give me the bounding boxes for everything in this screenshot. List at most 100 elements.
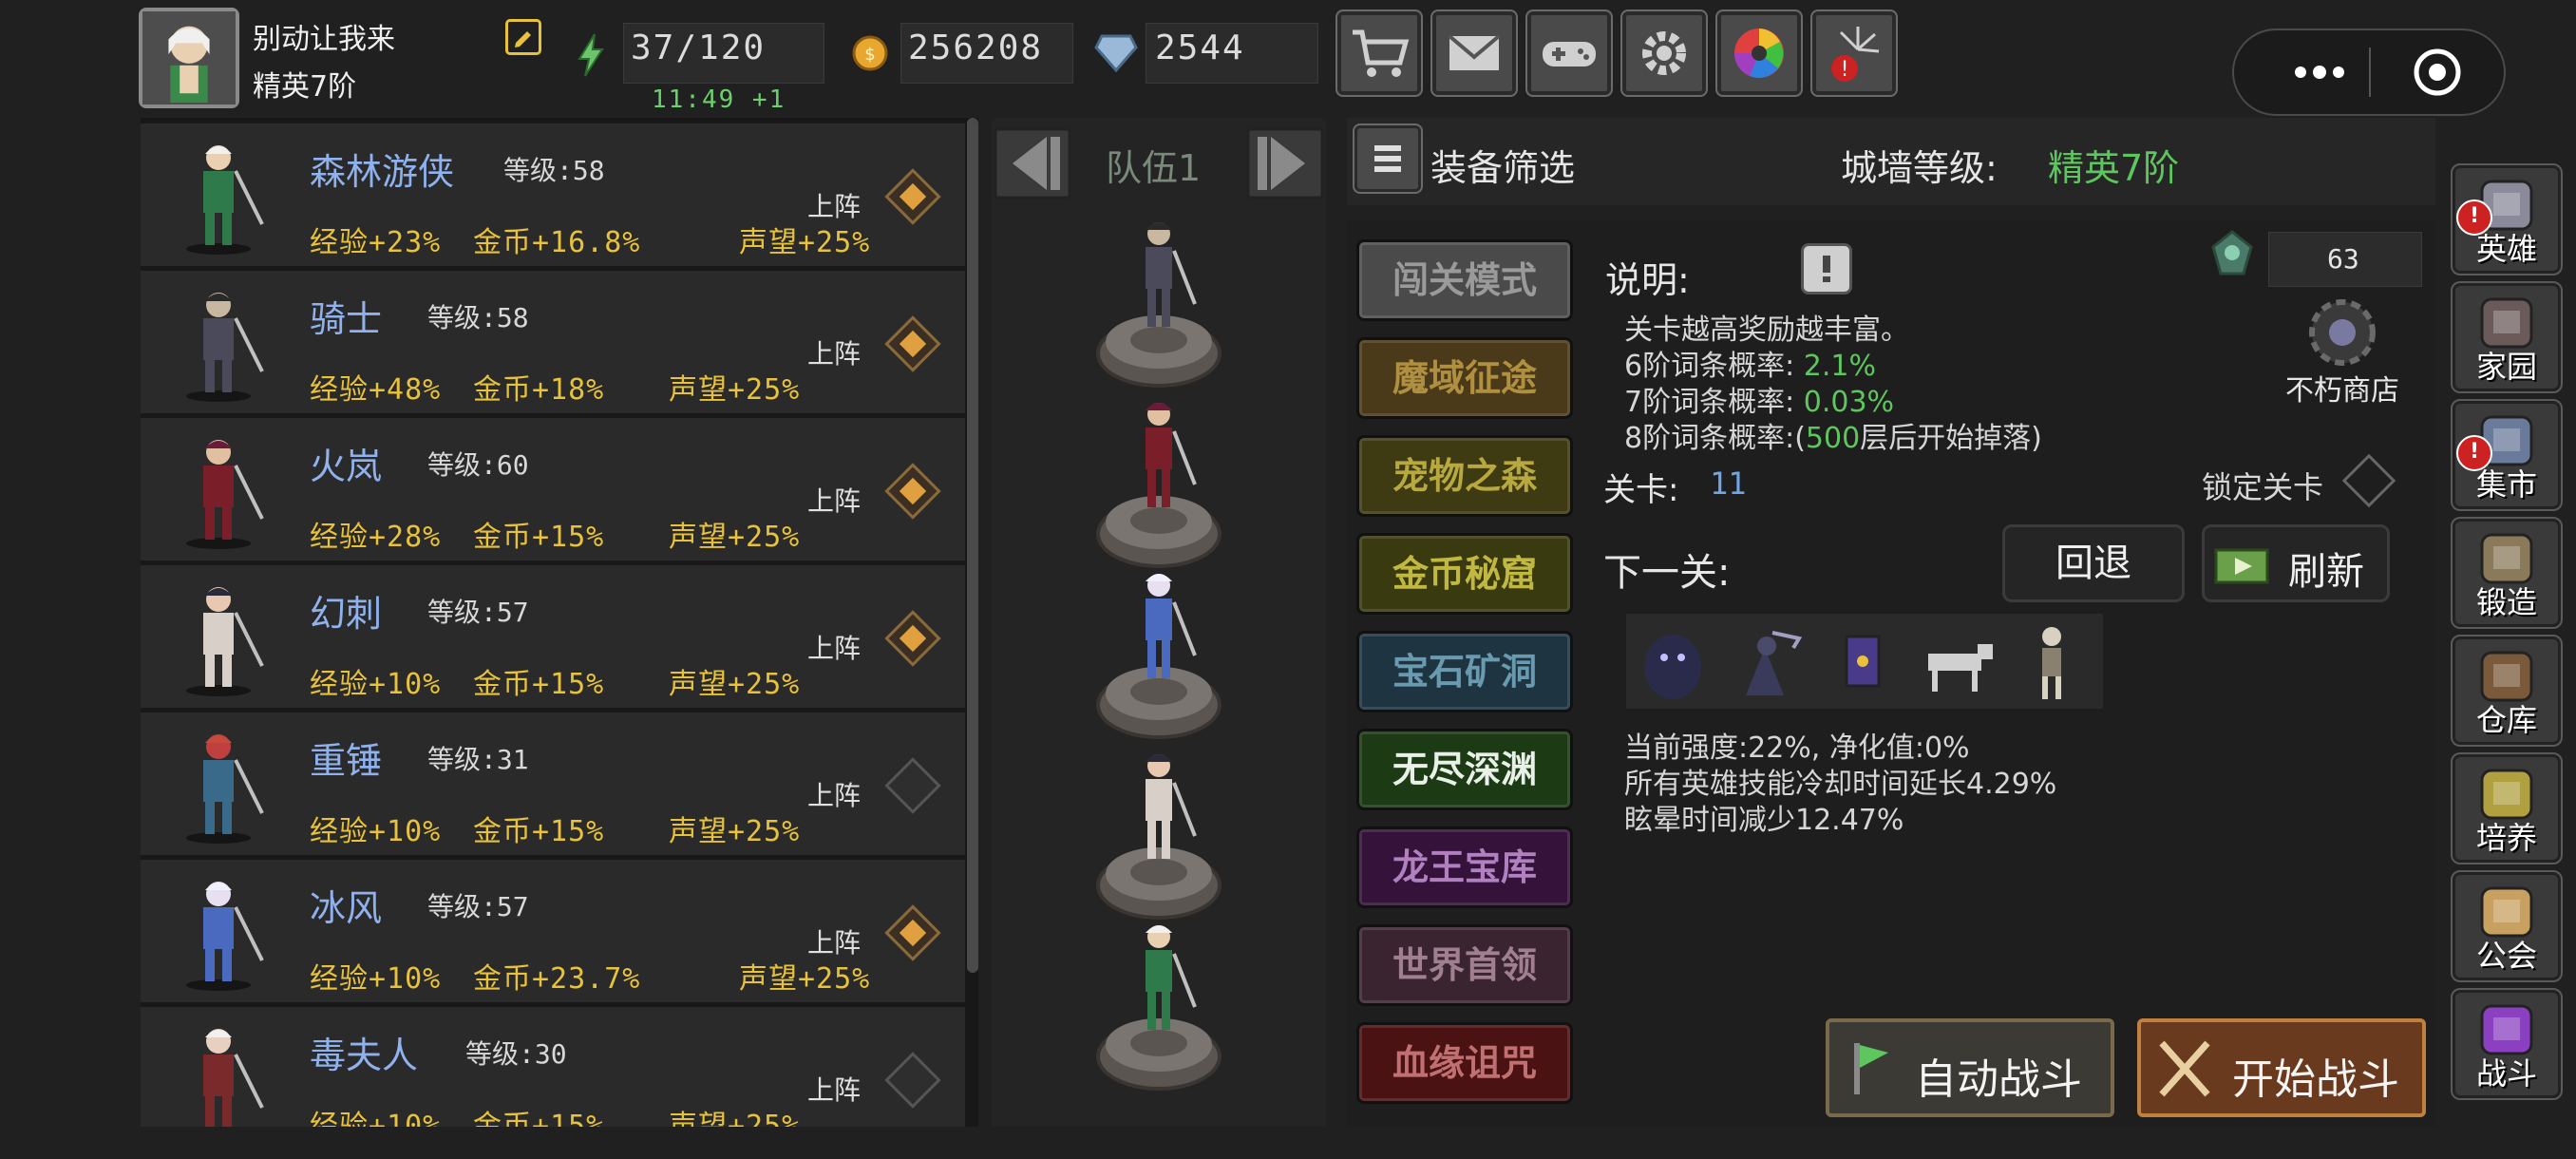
miniprogram-capsule[interactable] (2232, 28, 2506, 116)
wall-level-value: 精英7阶 (2048, 147, 2180, 189)
start-battle-label: 开始战斗 (2232, 1055, 2399, 1104)
alert-badge-icon: ! (2456, 200, 2492, 236)
info-icon[interactable] (1801, 243, 1852, 294)
hero-level: 等级:31 (427, 744, 529, 775)
flag-icon (1843, 1039, 1894, 1096)
gold-value: 256208 (908, 28, 1044, 67)
firework-icon: ! (1831, 27, 1880, 82)
hero-deploy-toggle[interactable] (884, 610, 941, 667)
immortal-shop-label[interactable]: 不朽商店 (2285, 367, 2399, 408)
firework-button[interactable]: ! (1810, 10, 1898, 97)
game-mode-button[interactable]: 魔域征途 (1356, 337, 1573, 419)
stage-label: 关卡: (1603, 471, 1679, 509)
equipment-filter-button[interactable] (1353, 124, 1423, 194)
avatar-portrait-icon (142, 11, 236, 104)
hero-row[interactable]: 冰风 等级:57 经验+10% 金币+23.7% 声望+25% 上阵 (141, 860, 965, 1002)
diamond-value: 2544 (1155, 28, 1245, 67)
sidebar-label: 公会 (2475, 938, 2537, 974)
game-mode-button[interactable]: 金币秘窟 (1356, 533, 1573, 615)
spellbook-icon (1845, 635, 1881, 688)
team-title: 队伍1 (1106, 147, 1202, 189)
game-mode-button[interactable]: 宝石矿洞 (1356, 631, 1573, 712)
stamina-value: 37/120 (631, 28, 767, 67)
hero-row[interactable]: 森林游侠 等级:58 经验+23% 金币+16.8% 声望+25% 上阵 (141, 124, 965, 266)
hero-deploy-label: 上阵 (807, 1074, 862, 1106)
mail-button[interactable] (1430, 10, 1518, 97)
hero-list[interactable]: 森林游侠 等级:58 经验+23% 金币+16.8% 声望+25% 上阵 骑士 等级:58 经验… (141, 118, 978, 1127)
close-miniprogram-icon[interactable] (2411, 46, 2464, 99)
hero-portrait-icon (203, 1029, 264, 1127)
hero-deploy-toggle[interactable] (884, 1052, 941, 1109)
game-mode-button[interactable]: 闯关模式 (1356, 239, 1573, 321)
hero-deploy-toggle[interactable] (884, 463, 941, 520)
palette-icon (1734, 28, 1784, 78)
immortal-shop-button[interactable] (2287, 291, 2397, 372)
hero-row[interactable]: 幻刺 等级:57 经验+10% 金币+15% 声望+25% 上阵 (141, 565, 965, 708)
gold-coin-icon: $ (851, 34, 889, 72)
tier8-label: 8阶词条概率:( (1624, 422, 1806, 455)
sidebar-label: 培养 (2475, 820, 2537, 856)
double-arrow-right-icon (1246, 127, 1324, 200)
hero-deploy-label: 上阵 (807, 338, 862, 370)
hero-gold-bonus: 金币+16.8% (473, 226, 641, 259)
back-button[interactable]: 回退 (2002, 524, 2185, 602)
sidebar-item[interactable]: 仓库 (2451, 635, 2563, 747)
hero-row[interactable]: 骑士 等级:58 经验+48% 金币+18% 声望+25% 上阵 (141, 271, 965, 413)
hero-exp-bonus: 经验+23% (310, 226, 442, 259)
hero-list-scrollbar[interactable] (967, 118, 978, 973)
team-hero-sprite-icon (1146, 925, 1197, 1030)
team-hero-sprite-icon (1146, 754, 1197, 859)
refresh-button[interactable]: 刷新 (2202, 524, 2390, 602)
sidebar-item[interactable]: 公会 (2451, 870, 2563, 982)
palette-button[interactable] (1715, 10, 1803, 97)
start-battle-button[interactable]: 开始战斗 (2137, 1018, 2426, 1117)
hero-level: 等级:57 (427, 891, 529, 922)
hero-exp-bonus: 经验+28% (310, 521, 442, 554)
settings-button[interactable] (1620, 10, 1708, 97)
game-mode-button[interactable]: 龙王宝库 (1356, 826, 1573, 908)
equipment-filter-label[interactable]: 装备筛选 (1430, 139, 1575, 191)
team-next-button[interactable] (1244, 124, 1326, 203)
hero-exp-bonus: 经验+48% (310, 373, 442, 407)
game-mode-button[interactable]: 无尽深渊 (1356, 729, 1573, 810)
hero-row[interactable]: 火岚 等级:60 经验+28% 金币+15% 声望+25% 上阵 (141, 418, 965, 560)
crossed-swords-icon (2154, 1036, 2215, 1102)
sidebar-item[interactable]: 家园 (2451, 281, 2563, 393)
game-mode-button[interactable]: 宠物之森 (1356, 435, 1573, 517)
game-mode-button[interactable]: 世界首领 (1356, 924, 1573, 1006)
svg-text:!: ! (1841, 58, 1849, 82)
hero-exp-bonus: 经验+10% (310, 815, 442, 848)
gamepad-button[interactable] (1525, 10, 1613, 97)
shadow-beast-icon (1644, 635, 1701, 699)
hero-deploy-toggle[interactable] (884, 904, 941, 961)
hero-portrait-icon (186, 734, 264, 844)
hero-row[interactable]: 重锤 等级:31 经验+10% 金币+15% 声望+25% 上阵 (141, 712, 965, 855)
next-stage-label: 下一关: (1603, 551, 1731, 595)
sidebar-item[interactable]: 锻造 (2451, 517, 2563, 629)
player-name: 别动让我来 (253, 23, 395, 56)
hero-row[interactable]: 毒夫人 等级:30 经验+10% 金币+15% 声望+25% 上阵 (141, 1007, 965, 1127)
hero-gold-bonus: 金币+15% (473, 1110, 605, 1127)
hero-fame-bonus: 声望+25% (669, 668, 801, 701)
tier8-floor: 500 (1805, 422, 1861, 455)
hero-deploy-toggle[interactable] (884, 315, 941, 372)
hero-deploy-toggle[interactable] (884, 757, 941, 814)
stamina-timer: 11:49 +1 (652, 86, 786, 114)
player-avatar[interactable] (139, 8, 239, 108)
hero-level: 等级:58 (503, 155, 605, 186)
hero-fame-bonus: 声望+25% (739, 962, 871, 996)
more-menu-icon[interactable] (2291, 63, 2348, 82)
hero-deploy-toggle[interactable] (884, 168, 941, 225)
hero-deploy-label: 上阵 (807, 633, 862, 664)
edit-name-icon[interactable] (505, 19, 541, 55)
sidebar-item[interactable]: 战斗 (2451, 988, 2563, 1100)
team-prev-button[interactable] (992, 124, 1073, 203)
auto-battle-button[interactable]: 自动战斗 (1826, 1018, 2114, 1117)
sidebar-item[interactable]: 培养 (2451, 752, 2563, 864)
sidebar-label: 家园 (2475, 349, 2537, 385)
tier8-suffix: 层后开始掉落) (1860, 422, 2042, 455)
hero-portrait-icon (186, 882, 264, 991)
skeleton-hound-icon (1928, 644, 1993, 692)
game-mode-button[interactable]: 血缘诅咒 (1356, 1022, 1573, 1104)
shop-cart-button[interactable] (1335, 10, 1423, 97)
